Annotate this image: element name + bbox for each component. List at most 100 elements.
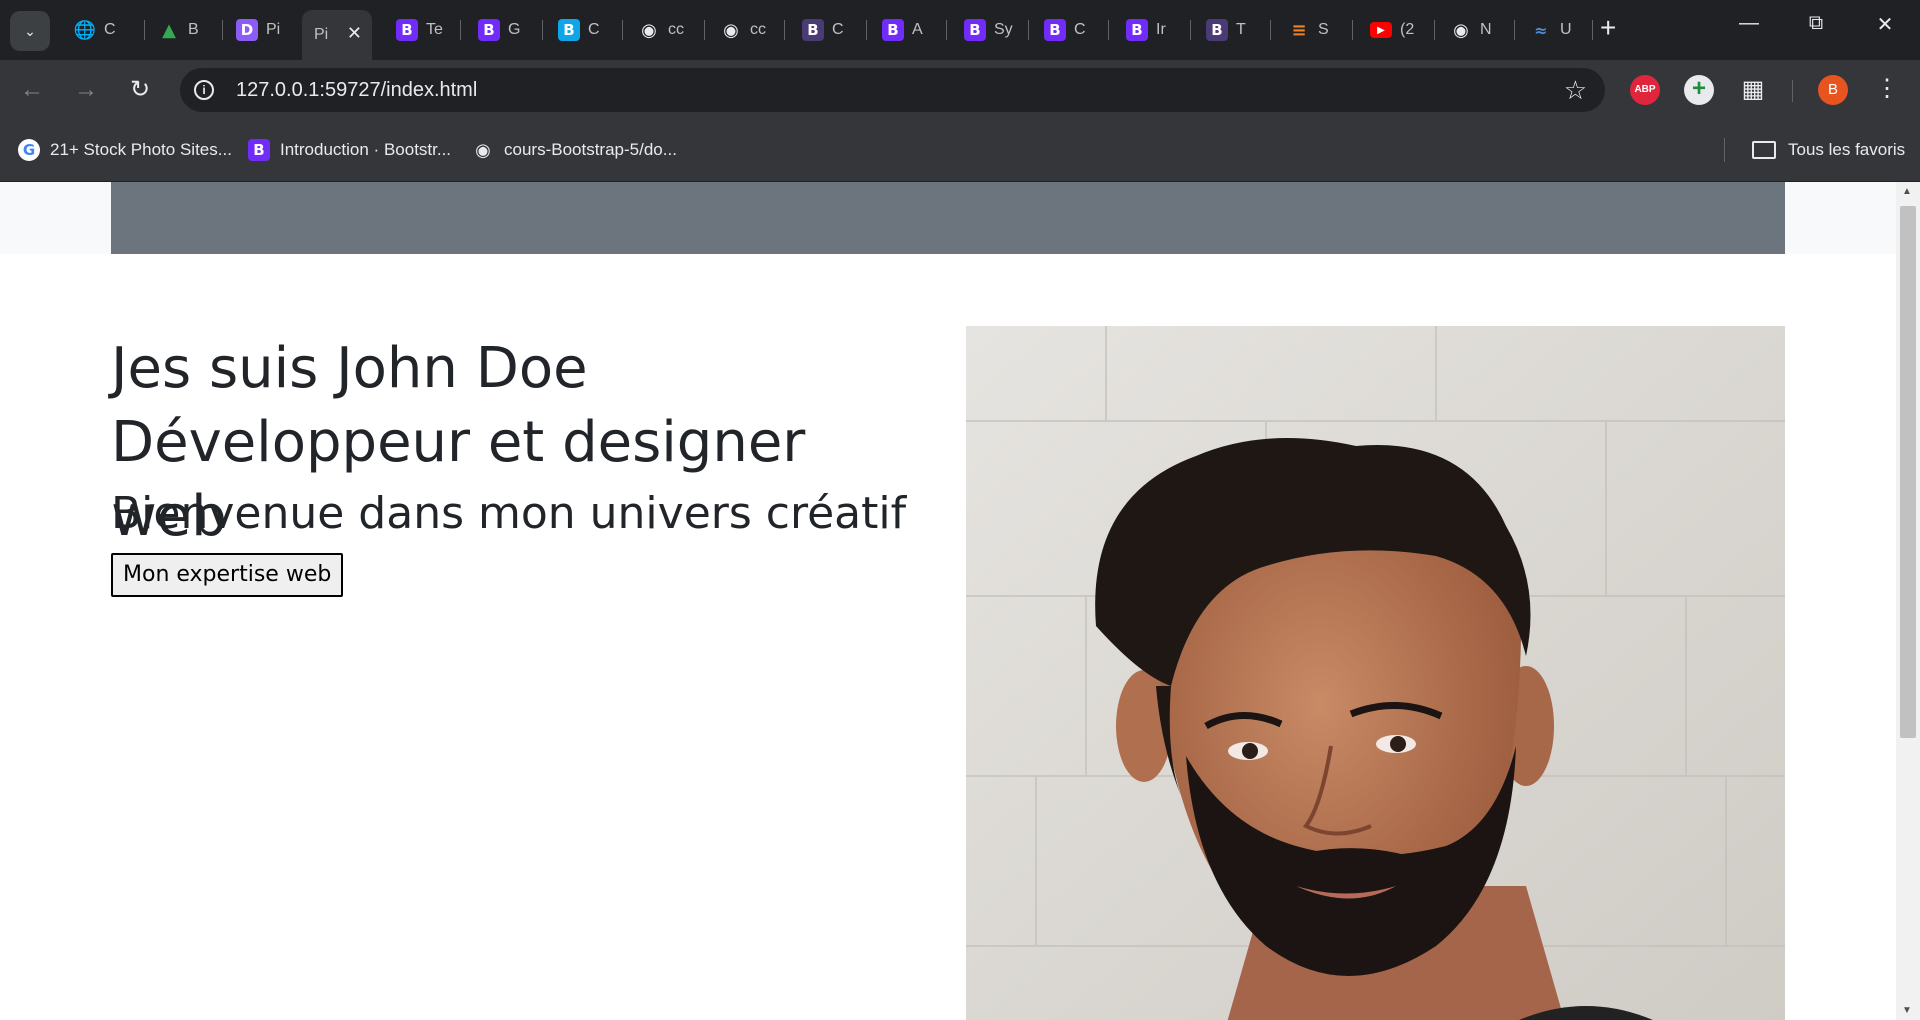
- tab[interactable]: B T: [1194, 10, 1272, 50]
- close-icon[interactable]: ✕: [347, 24, 362, 42]
- new-tab-button[interactable]: +: [1600, 14, 1616, 42]
- extensions-puzzle-icon[interactable]: ▦: [1738, 75, 1768, 105]
- tab-label: cc: [668, 21, 684, 38]
- hero-subheading: Bienvenue dans mon univers créatif: [111, 488, 907, 539]
- bootstrap-dark-icon: B: [802, 19, 824, 41]
- bookmark-star-icon[interactable]: ☆: [1564, 75, 1587, 106]
- chrome-icon: ◉: [1453, 19, 1469, 41]
- youtube-icon: ▶: [1370, 22, 1392, 38]
- bookmark-label: 21+ Stock Photo Sites...: [50, 140, 232, 159]
- tab[interactable]: B C: [1032, 10, 1110, 50]
- reload-button[interactable]: ↻: [124, 74, 156, 106]
- tab-label: cc: [750, 21, 766, 38]
- bootstrap-dark-icon: B: [1206, 19, 1228, 41]
- menu-dots-icon[interactable]: ⋮: [1872, 74, 1902, 103]
- tab-strip: ⌄ 🌐 C ▲ B D Pi Pi ✕ B Te B G B C ◉ cc ◉ …: [0, 0, 1920, 60]
- tab-label: B: [188, 21, 199, 38]
- bootstrap-icon: B: [882, 19, 904, 41]
- toolbar-separator: [1792, 80, 1793, 102]
- globe-icon: 🌐: [73, 19, 97, 41]
- tab-separator: [1270, 20, 1271, 40]
- tab-separator: [1434, 20, 1435, 40]
- minimize-icon[interactable]: —: [1726, 12, 1772, 35]
- adblock-icon[interactable]: ABP: [1630, 75, 1660, 105]
- tab[interactable]: ◉ cc: [708, 10, 786, 50]
- bookmark-item[interactable]: B Introduction · Bootstr...: [248, 136, 451, 164]
- tab[interactable]: B G: [466, 10, 544, 50]
- tab-label: C: [1074, 21, 1086, 38]
- tab-separator: [460, 20, 461, 40]
- back-button[interactable]: ←: [16, 74, 48, 106]
- tab-separator: [542, 20, 543, 40]
- tab-label: S: [1318, 21, 1329, 38]
- bookmark-item[interactable]: G 21+ Stock Photo Sites...: [18, 136, 232, 164]
- forward-button[interactable]: →: [70, 74, 102, 106]
- tab-label: T: [1236, 21, 1246, 38]
- tab[interactable]: B Te: [384, 10, 462, 50]
- page-scrollbar[interactable]: ▲ ▼: [1896, 182, 1920, 1020]
- all-bookmarks-folder[interactable]: Tous les favoris: [1752, 136, 1905, 164]
- tab-label: (2: [1400, 21, 1415, 38]
- tab-separator: [1352, 20, 1353, 40]
- scroll-up-arrow-icon[interactable]: ▲: [1902, 186, 1912, 197]
- tab-label: Pi: [314, 26, 329, 43]
- tab-separator: [622, 20, 623, 40]
- navbar: [111, 182, 1785, 254]
- site-info-icon[interactable]: i: [194, 80, 214, 100]
- tab[interactable]: ◉ cc: [626, 10, 704, 50]
- github-icon: ◉: [723, 19, 739, 41]
- scrollbar-thumb[interactable]: [1900, 206, 1916, 738]
- browser-window: ⌄ 🌐 C ▲ B D Pi Pi ✕ B Te B G B C ◉ cc ◉ …: [0, 0, 1920, 1020]
- tab-separator: [704, 20, 705, 40]
- scroll-down-arrow-icon[interactable]: ▼: [1902, 1005, 1912, 1016]
- toolbar: ← → ↻ i 127.0.0.1:59727/index.html ☆ ABP…: [0, 60, 1920, 120]
- bootstrap-icon: B: [964, 19, 986, 41]
- tab-separator: [1190, 20, 1191, 40]
- stackoverflow-icon: ≡: [1291, 19, 1307, 41]
- bootstrap-blue-icon: B: [558, 19, 580, 41]
- tab[interactable]: B Sy: [952, 10, 1030, 50]
- tab-active[interactable]: Pi ✕: [302, 10, 372, 60]
- tab[interactable]: B Ir: [1114, 10, 1192, 50]
- wave-icon: ≈: [1534, 20, 1548, 40]
- tab[interactable]: ≈ U: [1518, 10, 1596, 50]
- bookmark-label: cours-Bootstrap-5/do...: [504, 140, 677, 159]
- tab-separator: [784, 20, 785, 40]
- bookmarks-folder-label: Tous les favoris: [1788, 140, 1906, 159]
- bookmark-item[interactable]: ◉ cours-Bootstrap-5/do...: [472, 136, 677, 164]
- tab-label: C: [832, 21, 844, 38]
- tab-search-button[interactable]: ⌄: [10, 11, 50, 51]
- tab-label: G: [508, 21, 521, 38]
- page-viewport: Jes suis John Doe Développeur et designe…: [0, 182, 1920, 1020]
- tab-label: A: [912, 21, 923, 38]
- bootstrap-icon: B: [1126, 19, 1148, 41]
- bookmark-label: Introduction · Bootstr...: [280, 140, 452, 159]
- profile-avatar[interactable]: B: [1818, 75, 1848, 105]
- tab[interactable]: B C: [546, 10, 624, 50]
- chevron-down-icon: ⌄: [24, 22, 36, 39]
- tab-separator: [144, 20, 145, 40]
- tab-separator: [1108, 20, 1109, 40]
- restore-icon[interactable]: ⧉: [1793, 12, 1839, 35]
- tab[interactable]: B C: [790, 10, 868, 50]
- add-extension-icon[interactable]: +: [1684, 75, 1714, 105]
- tab[interactable]: 🌐 C: [62, 10, 140, 50]
- address-bar[interactable]: i 127.0.0.1:59727/index.html ☆: [180, 68, 1605, 112]
- tab-separator: [866, 20, 867, 40]
- tab-separator: [222, 20, 223, 40]
- tab[interactable]: ▲ B: [146, 10, 224, 50]
- close-window-icon[interactable]: ✕: [1862, 12, 1908, 37]
- tab[interactable]: ▶ (2: [1358, 10, 1436, 50]
- tab[interactable]: B A: [870, 10, 948, 50]
- portrait-image: [966, 326, 1785, 1020]
- tab[interactable]: ◉ N: [1438, 10, 1516, 50]
- tab-label: U: [1560, 21, 1572, 38]
- url-text[interactable]: 127.0.0.1:59727/index.html: [236, 79, 477, 102]
- tab-separator: [1028, 20, 1029, 40]
- bootstrap-icon: B: [396, 19, 418, 41]
- expertise-button[interactable]: Mon expertise web: [111, 553, 344, 597]
- tab-label: C: [104, 21, 116, 38]
- portrait-illustration: [966, 326, 1785, 1020]
- tab[interactable]: D Pi: [224, 10, 302, 50]
- tab[interactable]: ≡ S: [1276, 10, 1354, 50]
